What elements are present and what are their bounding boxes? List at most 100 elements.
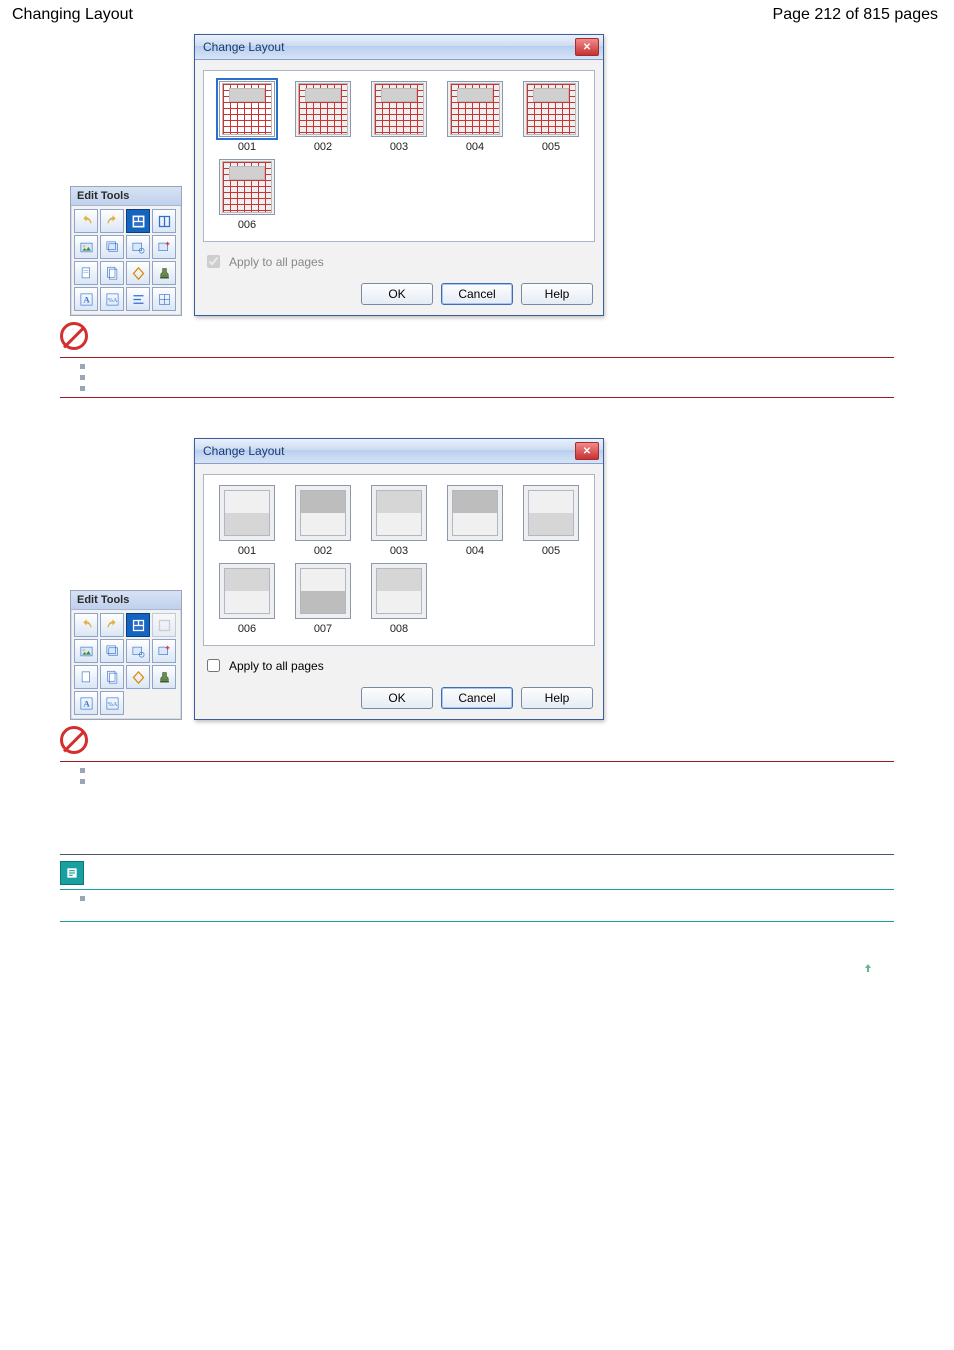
help-button[interactable]: Help xyxy=(521,687,593,709)
dialog-title: Change Layout xyxy=(203,444,284,458)
edit-tools-grid: A %A xyxy=(71,610,181,715)
apply-label: Apply to all pages xyxy=(229,255,324,269)
layout-thumb-001[interactable]: 001 xyxy=(212,81,282,153)
bullet xyxy=(80,375,85,380)
divider xyxy=(60,889,894,890)
svg-text:%A: %A xyxy=(107,701,117,708)
tool-page-icon[interactable] xyxy=(74,261,98,285)
svg-text:A: A xyxy=(83,698,90,708)
layout-thumb-005[interactable]: 005 xyxy=(516,81,586,153)
bullet xyxy=(80,364,85,369)
tool-change-layout-icon[interactable] xyxy=(126,613,150,637)
layout-thumb-005[interactable]: 005 xyxy=(516,485,586,557)
bullet xyxy=(80,768,85,773)
tool-images-stack-icon[interactable] xyxy=(100,235,124,259)
edit-tools-title: Edit Tools xyxy=(71,187,181,206)
bullet-list xyxy=(80,896,942,901)
tool-diamond-icon[interactable] xyxy=(126,261,150,285)
tool-grid-icon[interactable] xyxy=(152,287,176,311)
tool-pages-icon[interactable] xyxy=(100,261,124,285)
tool-undo-icon[interactable] xyxy=(74,209,98,233)
edit-tools-palette-2: Edit Tools A %A xyxy=(70,590,182,720)
tool-image-settings-icon[interactable] xyxy=(126,639,150,663)
prohibited-icon xyxy=(60,726,88,754)
cancel-button[interactable]: Cancel xyxy=(441,687,513,709)
note-icon xyxy=(60,861,84,885)
tool-redo-icon[interactable] xyxy=(100,209,124,233)
layout-thumb-001[interactable]: 001 xyxy=(212,485,282,557)
dialog-title: Change Layout xyxy=(203,40,284,54)
tool-text-percent-icon[interactable]: %A xyxy=(100,287,124,311)
thumb-label: 003 xyxy=(390,545,408,557)
tool-stamp-icon[interactable] xyxy=(152,261,176,285)
cancel-button[interactable]: Cancel xyxy=(441,283,513,305)
bullet xyxy=(80,779,85,784)
thumb-label: 002 xyxy=(314,141,332,153)
svg-text:A: A xyxy=(83,294,90,304)
layout-thumb-002[interactable]: 002 xyxy=(288,485,358,557)
thumb-label: 001 xyxy=(238,141,256,153)
layout-thumb-002[interactable]: 002 xyxy=(288,81,358,153)
tool-stamp-icon[interactable] xyxy=(152,665,176,689)
layout-thumb-008[interactable]: 008 xyxy=(364,563,434,635)
tool-image-add-icon[interactable] xyxy=(152,639,176,663)
tool-layout-alt-icon[interactable] xyxy=(152,209,176,233)
page-indicator: Page 212 of 815 pages xyxy=(773,6,938,24)
tool-image-add-icon[interactable] xyxy=(152,235,176,259)
thumb-label: 004 xyxy=(466,545,484,557)
tool-images-stack-icon[interactable] xyxy=(100,639,124,663)
divider xyxy=(60,921,894,922)
tool-align-icon[interactable] xyxy=(126,287,150,311)
page-top-link[interactable] xyxy=(0,962,954,977)
apply-all-pages-checkbox[interactable]: Apply to all pages xyxy=(203,252,595,271)
tool-image-settings-icon[interactable] xyxy=(126,235,150,259)
tool-text-a-icon[interactable]: A xyxy=(74,287,98,311)
tool-diamond-icon[interactable] xyxy=(126,665,150,689)
bullet-list xyxy=(80,768,942,784)
tool-undo-icon[interactable] xyxy=(74,613,98,637)
close-icon[interactable]: ✕ xyxy=(575,38,599,56)
edit-tools-grid: A %A xyxy=(71,206,181,311)
tool-page-icon[interactable] xyxy=(74,665,98,689)
layout-thumbnails: 001 002 003 004 005 006 007 008 xyxy=(212,485,586,635)
ok-button[interactable]: OK xyxy=(361,687,433,709)
thumb-label: 003 xyxy=(390,141,408,153)
divider xyxy=(60,397,894,398)
tool-layout-alt-icon[interactable] xyxy=(152,613,176,637)
prohibited-icon xyxy=(60,322,88,350)
thumb-label: 008 xyxy=(390,623,408,635)
help-button[interactable]: Help xyxy=(521,283,593,305)
tool-text-a-icon[interactable]: A xyxy=(74,691,98,715)
layout-thumbnails: 001 002 003 004 005 006 xyxy=(212,81,586,231)
apply-label: Apply to all pages xyxy=(229,659,324,673)
bullet-list xyxy=(80,364,942,391)
layout-thumb-006[interactable]: 006 xyxy=(212,563,282,635)
thumb-label: 001 xyxy=(238,545,256,557)
tool-pages-icon[interactable] xyxy=(100,665,124,689)
ok-button[interactable]: OK xyxy=(361,283,433,305)
tool-image-icon[interactable] xyxy=(74,235,98,259)
layout-thumb-004[interactable]: 004 xyxy=(440,485,510,557)
change-layout-dialog-1: Change Layout ✕ 001 002 003 004 005 006 Apply… xyxy=(194,34,604,316)
layout-thumb-003[interactable]: 003 xyxy=(364,81,434,153)
svg-text:%A: %A xyxy=(107,297,117,304)
divider xyxy=(60,357,894,358)
page-title: Changing Layout xyxy=(12,6,133,24)
layout-thumb-004[interactable]: 004 xyxy=(440,81,510,153)
layout-thumb-006[interactable]: 006 xyxy=(212,159,282,231)
change-layout-dialog-2: Change Layout ✕ 001 002 003 004 005 006 007 008… xyxy=(194,438,604,720)
tool-redo-icon[interactable] xyxy=(100,613,124,637)
thumb-label: 005 xyxy=(542,545,560,557)
layout-thumb-003[interactable]: 003 xyxy=(364,485,434,557)
layout-thumb-007[interactable]: 007 xyxy=(288,563,358,635)
thumb-label: 007 xyxy=(314,623,332,635)
divider xyxy=(60,854,894,855)
thumb-label: 006 xyxy=(238,623,256,635)
close-icon[interactable]: ✕ xyxy=(575,442,599,460)
tool-text-percent-icon[interactable]: %A xyxy=(100,691,124,715)
apply-all-pages-checkbox[interactable]: Apply to all pages xyxy=(203,656,595,675)
tool-change-layout-icon[interactable] xyxy=(126,209,150,233)
edit-tools-palette-1: Edit Tools xyxy=(70,186,182,316)
tool-image-icon[interactable] xyxy=(74,639,98,663)
thumb-label: 005 xyxy=(542,141,560,153)
